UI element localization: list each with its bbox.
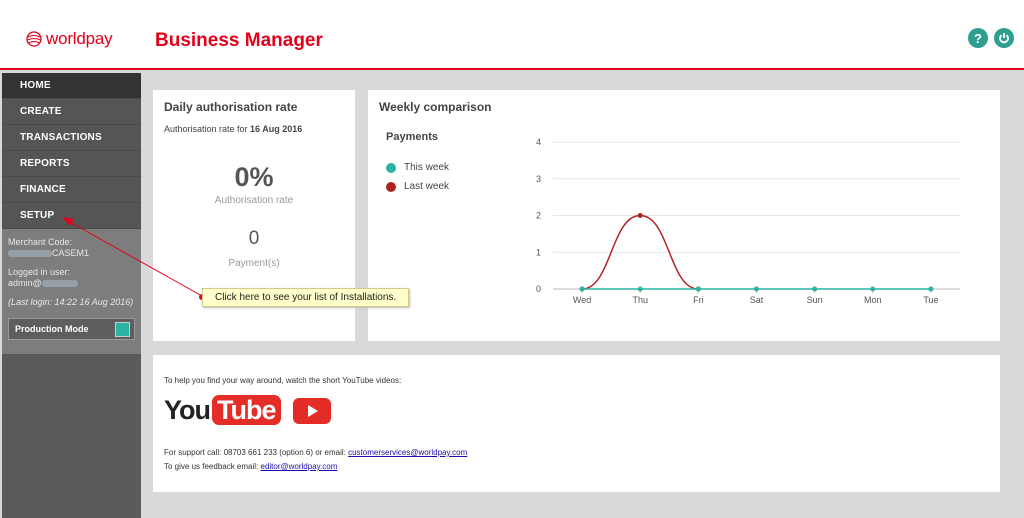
x-tick-label: Thu (632, 295, 648, 305)
redacted-text (8, 250, 52, 258)
logo-text: worldpay (46, 29, 113, 48)
x-tick-label: Sat (750, 295, 764, 305)
data-point-this-week (754, 286, 759, 292)
authorisation-rate-label: Authorisation rate (214, 195, 294, 206)
production-mode-label: Production Mode (15, 324, 89, 334)
data-point-this-week (637, 286, 643, 292)
payments-line-chart: 0 1 2 3 4 Wed Thu Fri Sat Sun Mon Tue (536, 137, 960, 305)
data-point-this-week (695, 286, 701, 292)
data-point-last-week (637, 213, 643, 218)
y-tick-label: 1 (536, 247, 541, 257)
production-mode-indicator (115, 321, 130, 337)
x-tick-label: Wed (573, 295, 591, 305)
youtube-logo: You Tube (164, 395, 281, 426)
nav-transactions[interactable]: TRANSACTIONS (2, 125, 141, 151)
redacted-text (41, 280, 78, 288)
data-point-this-week (928, 286, 934, 292)
legend-label-last-week: Last week (404, 181, 450, 192)
help-videos-card: To help you find your way around, watch … (153, 355, 1000, 492)
legend-this-week[interactable]: This week (386, 162, 449, 173)
logged-in-label: Logged in user: (8, 267, 71, 277)
legend-dot-this-week (386, 162, 396, 173)
weekly-card-title: Weekly comparison (379, 100, 492, 114)
weekly-comparison-card: Weekly comparison Payments This week Las… (368, 90, 1000, 341)
sidebar: HOME CREATE TRANSACTIONS REPORTS FINANCE… (2, 73, 141, 518)
power-icon[interactable] (994, 28, 1014, 48)
nav-finance[interactable]: FINANCE (2, 177, 141, 203)
account-info: Merchant Code: CASEM1 Logged in user: ad… (2, 229, 141, 318)
production-mode-wrap: Production Mode (2, 318, 141, 354)
daily-card-title: Daily authorisation rate (164, 100, 298, 114)
payments-heading: Payments (386, 131, 438, 143)
youtube-link[interactable]: You Tube (164, 395, 331, 426)
y-tick-label: 4 (536, 137, 541, 147)
y-tick-label: 2 (536, 211, 541, 221)
app-title: Business Manager (155, 30, 323, 51)
x-tick-label: Fri (693, 295, 704, 305)
daily-subtitle: Authorisation rate for 16 Aug 2016 (164, 124, 303, 134)
worldpay-logo-icon (26, 31, 42, 47)
authorisation-rate-value: 0% (234, 162, 274, 192)
videos-intro-text: To help you find your way around, watch … (164, 376, 402, 385)
last-login: (Last login: 14:22 16 Aug 2016) (8, 297, 134, 307)
logged-in-value: admin@ (8, 278, 135, 289)
legend-label-this-week: This week (404, 162, 450, 173)
data-point-this-week (870, 286, 876, 292)
worldpay-logo[interactable]: worldpay (26, 29, 113, 49)
question-icon[interactable]: ? (968, 28, 988, 48)
nav-reports[interactable]: REPORTS (2, 151, 141, 177)
y-tick-label: 3 (536, 174, 541, 184)
nav-create[interactable]: CREATE (2, 99, 141, 125)
x-tick-label: Tue (923, 295, 938, 305)
setup-tooltip: Click here to see your list of Installat… (202, 288, 410, 307)
x-tick-label: Mon (864, 295, 882, 305)
y-tick-label: 0 (536, 284, 541, 294)
support-line: For support call: 08703 661 233 (option … (164, 448, 468, 457)
payments-count-value: 0 (248, 228, 260, 249)
production-mode-toggle[interactable]: Production Mode (8, 318, 135, 340)
feedback-line: To give us feedback email: editor@worldp… (164, 462, 338, 471)
merchant-code-value: CASEM1 (8, 248, 135, 259)
support-email-link[interactable]: customerservices@worldpay.com (348, 448, 467, 457)
nav-setup[interactable]: SETUP (2, 203, 141, 229)
data-point-this-week (579, 286, 585, 292)
header: worldpay Business Manager ? (0, 0, 1024, 70)
x-tick-label: Sun (807, 295, 823, 305)
data-point-this-week (812, 286, 818, 292)
legend-last-week[interactable]: Last week (386, 181, 449, 192)
feedback-email-link[interactable]: editor@worldpay.com (261, 462, 338, 471)
merchant-code-label: Merchant Code: (8, 237, 73, 247)
payments-count-label: Payment(s) (228, 258, 280, 269)
legend-dot-last-week (386, 181, 396, 192)
youtube-play-icon[interactable] (292, 397, 331, 424)
nav-home[interactable]: HOME (2, 73, 141, 99)
